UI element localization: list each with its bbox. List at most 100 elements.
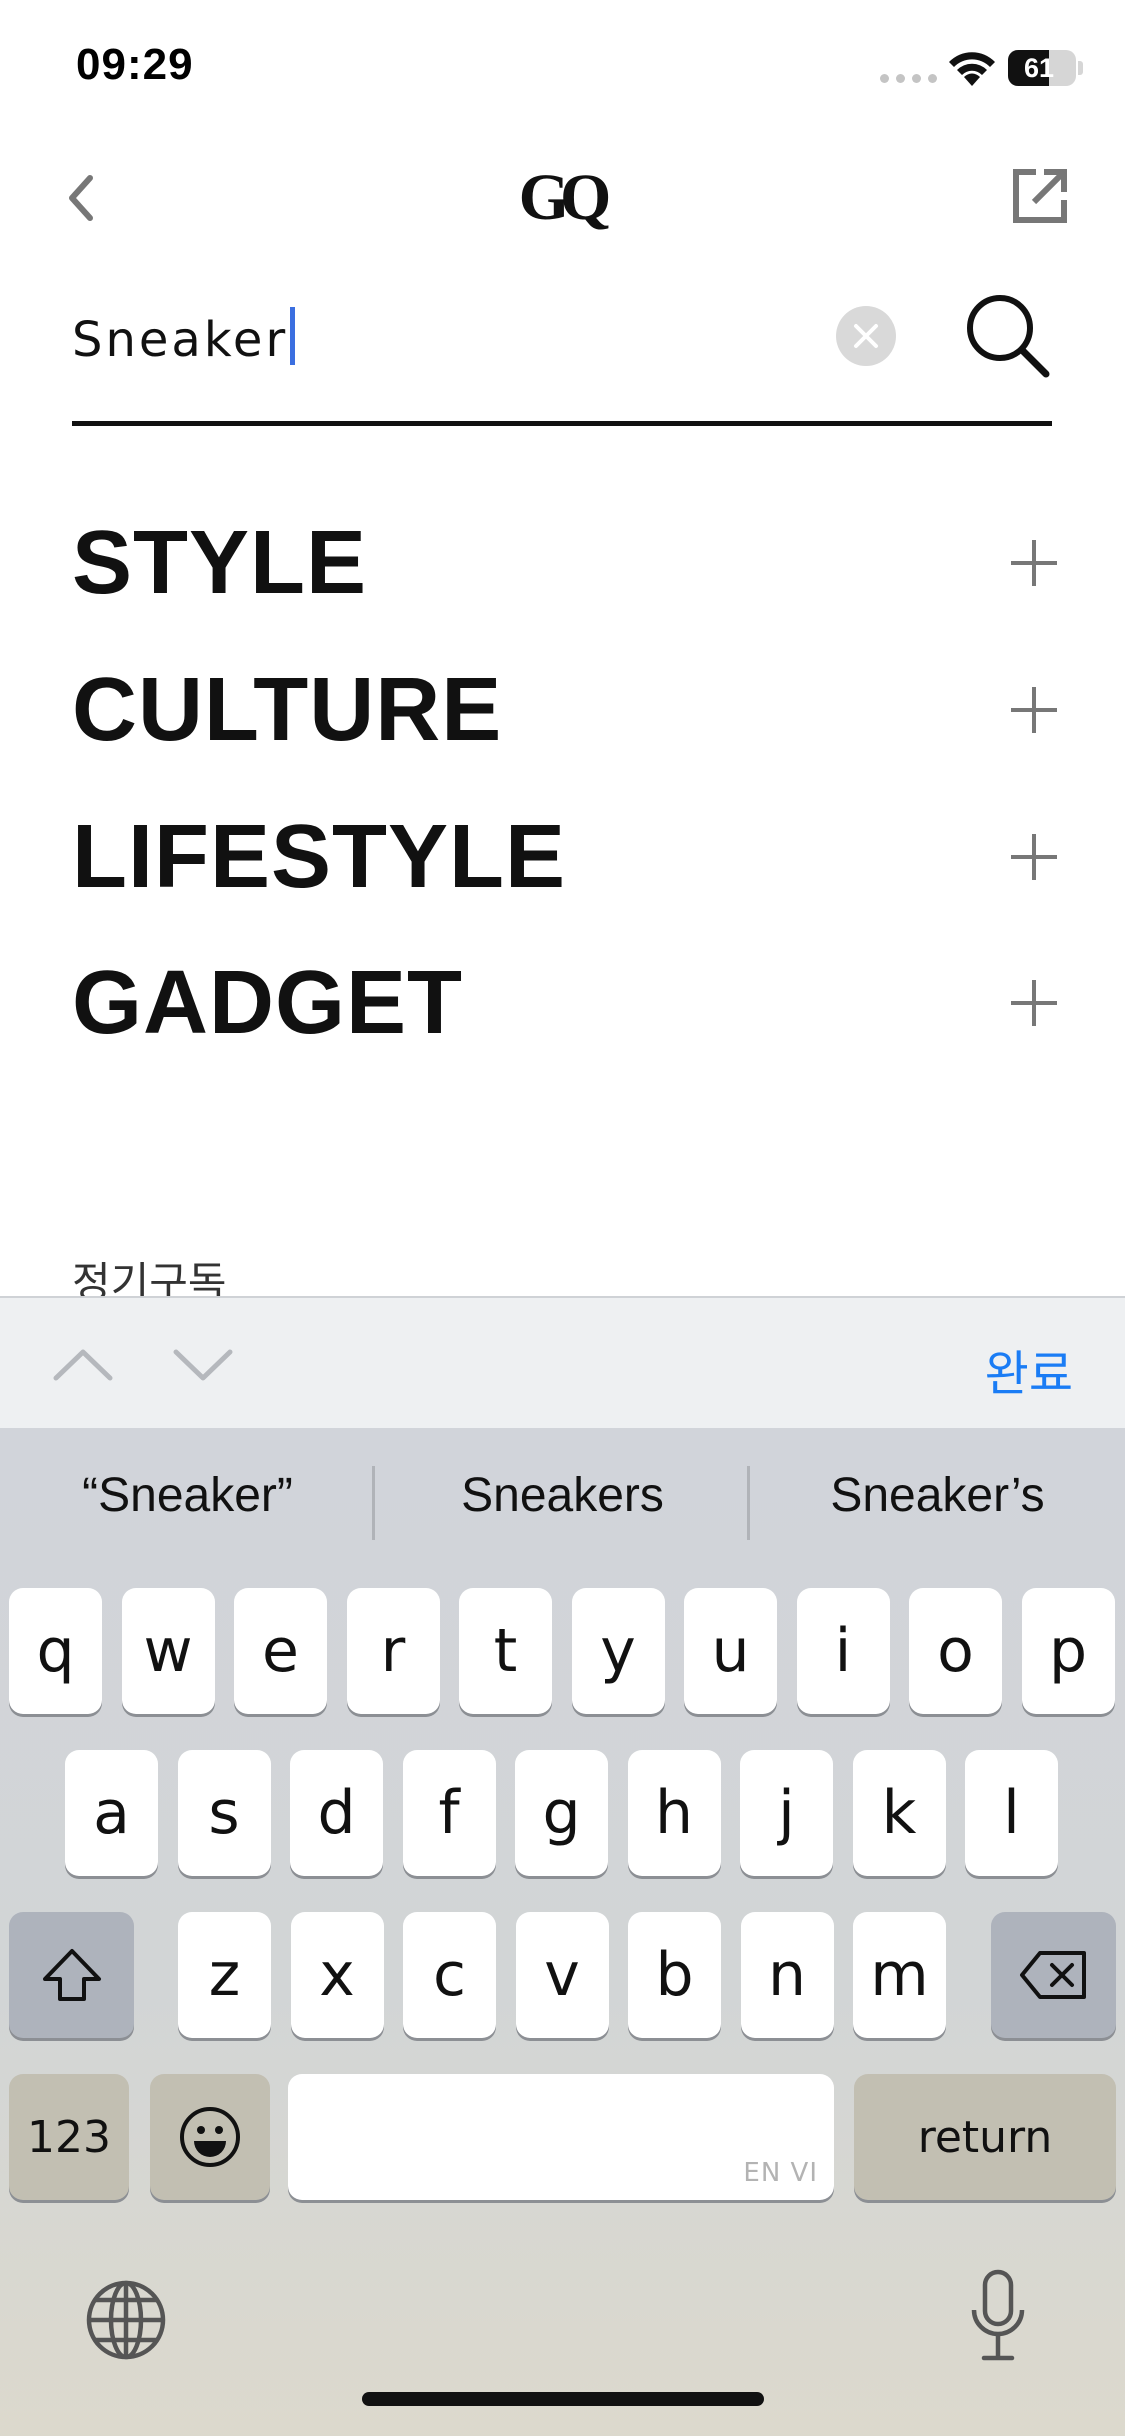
key-label: j — [778, 1778, 795, 1848]
search-bar — [72, 290, 1052, 426]
chevron-left-icon[interactable] — [60, 170, 100, 226]
key-label: u — [711, 1616, 750, 1686]
keyboard: “Sneaker” Sneakers Sneaker’s qwertyuiop … — [0, 1428, 1125, 2436]
menu-item-gadget[interactable]: GADGET — [72, 948, 1057, 1058]
key-q[interactable]: q — [9, 1588, 102, 1714]
globe-icon[interactable] — [84, 2278, 168, 2362]
key-label: w — [143, 1616, 193, 1686]
key-x[interactable]: x — [290, 1912, 384, 2038]
key-d[interactable]: d — [290, 1750, 383, 1876]
key-label: b — [655, 1940, 694, 2010]
key-label: n — [767, 1940, 807, 2010]
key-e[interactable]: e — [234, 1588, 327, 1714]
key-label: h — [654, 1778, 694, 1848]
key-label: m — [870, 1940, 929, 2010]
key-label: a — [93, 1778, 130, 1848]
menu-item-style[interactable]: STYLE — [72, 508, 1057, 618]
plus-icon[interactable] — [1011, 687, 1057, 733]
key-label: d — [317, 1778, 356, 1848]
key-j[interactable]: j — [740, 1750, 833, 1876]
cellular-signal-icon — [880, 74, 937, 83]
predictive-bar: “Sneaker” Sneakers Sneaker’s — [0, 1428, 1125, 1578]
gq-logo[interactable]: GQ — [510, 160, 612, 236]
search-input[interactable] — [72, 300, 832, 380]
key-label: x — [319, 1940, 355, 2010]
key-b[interactable]: b — [628, 1912, 721, 2038]
space-key-language-label: EN VI — [743, 2158, 818, 2188]
microphone-icon[interactable] — [968, 2268, 1028, 2364]
key-l[interactable]: l — [965, 1750, 1058, 1876]
key-label: o — [937, 1616, 974, 1686]
suggestion-item[interactable]: Sneakers — [375, 1468, 750, 1523]
clear-search-button[interactable] — [836, 306, 896, 366]
battery-icon: 61 — [1008, 50, 1076, 86]
key-label: y — [600, 1616, 636, 1686]
shift-key[interactable] — [9, 1912, 134, 2038]
key-p[interactable]: p — [1021, 1588, 1115, 1714]
status-time: 09:29 — [76, 40, 194, 89]
numbers-key[interactable]: 123 — [9, 2074, 129, 2200]
key-y[interactable]: y — [571, 1588, 665, 1714]
external-link-icon[interactable] — [1010, 166, 1070, 226]
plus-icon[interactable] — [1011, 980, 1057, 1026]
menu-item-label: CULTURE — [72, 659, 503, 760]
previous-field-icon[interactable] — [52, 1334, 114, 1394]
key-label: g — [542, 1778, 581, 1848]
return-key-label: return — [917, 2111, 1053, 2163]
key-f[interactable]: f — [402, 1750, 496, 1876]
battery-tip — [1078, 61, 1083, 75]
key-z[interactable]: z — [178, 1912, 271, 2038]
done-button[interactable]: 완료 — [985, 1334, 1073, 1404]
key-h[interactable]: h — [627, 1750, 721, 1876]
menu-item-lifestyle[interactable]: LIFESTYLE — [72, 802, 1057, 912]
key-t[interactable]: t — [459, 1588, 552, 1714]
next-field-icon[interactable] — [172, 1334, 234, 1394]
key-g[interactable]: g — [515, 1750, 608, 1876]
text-caret — [290, 307, 296, 365]
emoji-icon — [180, 2107, 240, 2167]
menu-item-label: STYLE — [72, 512, 368, 613]
home-indicator[interactable] — [362, 2392, 764, 2406]
key-c[interactable]: c — [403, 1912, 496, 2038]
clear-icon — [854, 324, 878, 348]
key-label: e — [262, 1616, 299, 1686]
key-m[interactable]: m — [853, 1912, 946, 2038]
status-bar: 09:29 61 — [0, 0, 1125, 130]
delete-key[interactable] — [991, 1912, 1116, 2038]
numbers-key-label: 123 — [27, 2111, 111, 2163]
wifi-icon — [949, 52, 995, 86]
suggestion-item[interactable]: “Sneaker” — [0, 1468, 375, 1523]
menu-item-label: LIFESTYLE — [72, 806, 567, 907]
subscription-link[interactable]: 정기구독 — [72, 1248, 372, 1298]
key-label: r — [380, 1616, 406, 1686]
key-o[interactable]: o — [909, 1588, 1002, 1714]
return-key[interactable]: return — [854, 2074, 1116, 2200]
suggestion-item[interactable]: Sneaker’s — [750, 1468, 1125, 1523]
key-i[interactable]: i — [796, 1588, 890, 1714]
delete-icon — [1019, 1951, 1086, 1999]
battery-level: 61 — [1023, 53, 1055, 83]
key-label: s — [208, 1778, 240, 1848]
key-label: z — [208, 1940, 241, 2010]
key-label: k — [881, 1778, 917, 1848]
menu-item-culture[interactable]: CULTURE — [72, 655, 1057, 765]
search-icon[interactable] — [962, 290, 1052, 380]
plus-icon[interactable] — [1011, 834, 1057, 880]
space-key[interactable]: EN VI — [288, 2074, 834, 2200]
key-u[interactable]: u — [684, 1588, 777, 1714]
key-k[interactable]: k — [852, 1750, 946, 1876]
key-w[interactable]: w — [121, 1588, 215, 1714]
key-label: c — [433, 1940, 466, 2010]
key-v[interactable]: v — [515, 1912, 609, 2038]
emoji-key[interactable] — [150, 2074, 270, 2200]
key-label: p — [1048, 1616, 1088, 1686]
key-r[interactable]: r — [346, 1588, 440, 1714]
key-a[interactable]: a — [65, 1750, 158, 1876]
key-s[interactable]: s — [177, 1750, 271, 1876]
key-label: i — [834, 1616, 852, 1686]
key-n[interactable]: n — [740, 1912, 834, 2038]
plus-icon[interactable] — [1011, 540, 1057, 586]
menu-item-label: GADGET — [72, 952, 464, 1053]
key-label: v — [544, 1940, 580, 2010]
key-label: q — [36, 1616, 75, 1686]
